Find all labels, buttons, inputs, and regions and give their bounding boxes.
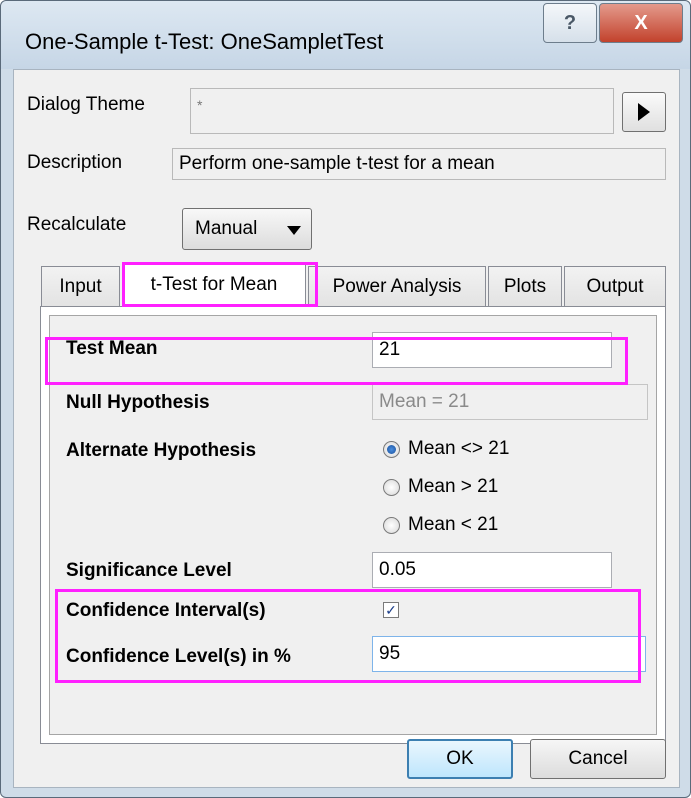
tab-t-test-for-mean[interactable]: t-Test for Mean <box>122 262 306 307</box>
ok-button[interactable]: OK <box>407 739 513 779</box>
dialog-body: Dialog Theme * Description Perform one-s… <box>13 69 680 788</box>
significance-level-label: Significance Level <box>66 560 232 581</box>
confidence-intervals-checkbox[interactable]: ✓ <box>383 602 399 618</box>
tab-label: Plots <box>503 275 547 297</box>
tab-plots[interactable]: Plots <box>488 266 562 306</box>
radio-mean-greater[interactable]: Mean > 21 <box>383 476 498 498</box>
cancel-label: Cancel <box>568 748 628 769</box>
radio-label: Mean < 21 <box>408 514 499 535</box>
confidence-levels-label: Confidence Level(s) in % <box>66 646 291 667</box>
help-button[interactable]: ? <box>543 3 597 43</box>
one-sample-t-test-dialog: One-Sample t-Test: OneSampletTest ? X Di… <box>0 0 691 798</box>
confidence-levels-input[interactable]: 95 <box>372 636 646 672</box>
null-hypothesis-value: Mean = 21 <box>379 391 470 412</box>
radio-mean-less[interactable]: Mean < 21 <box>383 514 498 536</box>
description-label: Description <box>27 152 123 173</box>
cancel-button[interactable]: Cancel <box>530 739 666 779</box>
radio-icon <box>383 516 400 534</box>
test-mean-input[interactable]: 21 <box>372 332 612 368</box>
test-mean-label: Test Mean <box>66 338 158 359</box>
radio-label: Mean > 21 <box>408 476 499 497</box>
triangle-right-icon <box>638 103 650 121</box>
alternate-hypothesis-label: Alternate Hypothesis <box>66 440 257 461</box>
description-field: Perform one-sample t-test for a mean <box>172 148 666 180</box>
dialog-theme-menu-button[interactable] <box>622 92 666 132</box>
dialog-theme-field[interactable]: * <box>190 88 614 134</box>
recalculate-label: Recalculate <box>27 214 127 235</box>
radio-selected-icon <box>383 440 400 458</box>
radio-icon <box>383 478 400 496</box>
checkmark-icon: ✓ <box>385 602 397 618</box>
description-value: Perform one-sample t-test for a mean <box>179 153 495 174</box>
dialog-theme-value: * <box>197 97 203 113</box>
null-hypothesis-label: Null Hypothesis <box>66 392 210 413</box>
t-test-settings-panel: Test Mean 21 Null Hypothesis Mean = 21 A… <box>49 315 657 735</box>
tab-power-analysis[interactable]: Power Analysis <box>308 266 486 306</box>
dialog-title: One-Sample t-Test: OneSampletTest <box>25 29 384 54</box>
dialog-theme-label: Dialog Theme <box>27 94 145 115</box>
chevron-down-icon <box>287 226 301 235</box>
confidence-intervals-label: Confidence Interval(s) <box>66 600 266 621</box>
tab-input[interactable]: Input <box>41 266 120 306</box>
null-hypothesis-field: Mean = 21 <box>372 384 648 420</box>
close-button[interactable]: X <box>599 3 683 43</box>
confidence-levels-value: 95 <box>379 643 401 664</box>
recalculate-value: Manual <box>195 218 258 239</box>
tab-label: Input <box>59 275 102 297</box>
radio-mean-not-equal[interactable]: Mean <> 21 <box>383 438 509 460</box>
title-bar[interactable]: One-Sample t-Test: OneSampletTest ? X <box>1 1 690 69</box>
radio-label: Mean <> 21 <box>408 438 510 459</box>
significance-level-value: 0.05 <box>379 559 416 580</box>
tab-pane: Test Mean 21 Null Hypothesis Mean = 21 A… <box>40 306 666 744</box>
recalculate-dropdown[interactable]: Manual <box>182 208 312 250</box>
tab-label: Power Analysis <box>332 275 462 297</box>
test-mean-value: 21 <box>379 339 401 360</box>
close-icon: X <box>634 11 648 34</box>
help-icon: ? <box>563 11 577 34</box>
tab-label: Output <box>586 275 644 297</box>
ok-label: OK <box>446 748 474 769</box>
significance-level-input[interactable]: 0.05 <box>372 552 612 588</box>
tab-label: t-Test for Mean <box>150 274 278 295</box>
tab-output[interactable]: Output <box>564 266 666 306</box>
